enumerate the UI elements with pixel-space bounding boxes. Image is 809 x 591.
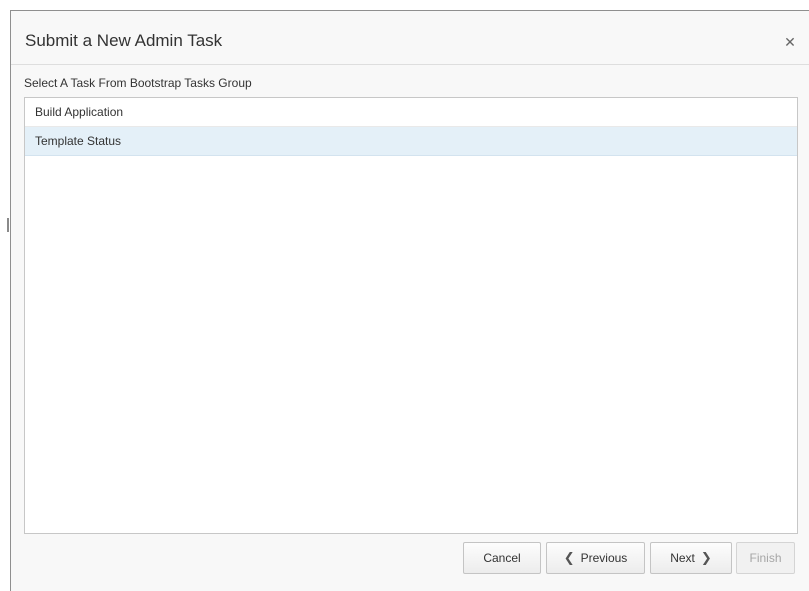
task-list-caption: Select A Task From Bootstrap Tasks Group [24,76,252,90]
backdrop-scroll-marker [7,218,9,232]
dialog-footer: Cancel ❮ Previous Next ❯ Finish [11,542,809,576]
chevron-left-icon: ❮ [563,550,575,566]
next-button[interactable]: Next ❯ [650,542,732,574]
cancel-button-label: Cancel [483,551,521,565]
cancel-button[interactable]: Cancel [463,542,541,574]
task-list[interactable]: Build Application Template Status [24,97,798,534]
dialog-header: Submit a New Admin Task ✕ [11,11,809,65]
task-item-template-status[interactable]: Template Status [25,127,797,156]
close-icon: ✕ [784,35,796,51]
dialog-title: Submit a New Admin Task [25,31,223,50]
finish-button-label: Finish [749,551,782,565]
previous-button-label: Previous [580,551,628,565]
admin-task-dialog: Submit a New Admin Task ✕ Select A Task … [10,10,809,591]
next-button-label: Next [670,551,695,565]
close-button[interactable]: ✕ [779,32,801,54]
task-item-build-application[interactable]: Build Application [25,98,797,127]
previous-button[interactable]: ❮ Previous [546,542,645,574]
page-backdrop [0,0,10,591]
chevron-right-icon: ❯ [700,550,712,566]
finish-button[interactable]: Finish [736,542,795,574]
